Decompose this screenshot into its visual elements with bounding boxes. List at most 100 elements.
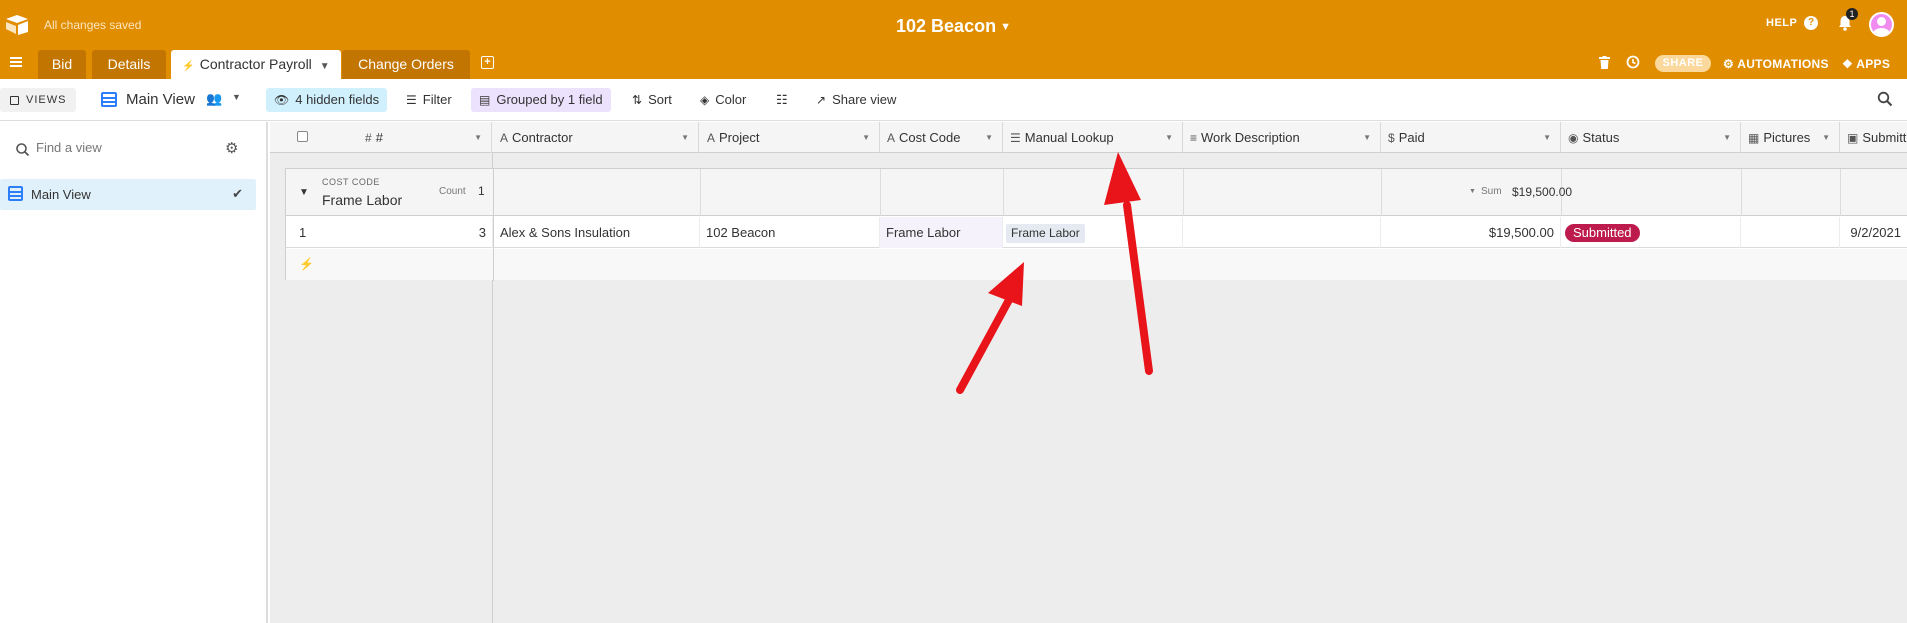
collapse-triangle-icon[interactable]: ▼ [299,187,309,198]
lookup-chip: Frame Labor [1006,224,1085,243]
base-name[interactable]: 102 Beacon ▼ [896,16,1011,36]
column-header-work-description[interactable]: ≡ Work Description ▼ [1183,122,1381,153]
sort-label: Sort [648,92,672,107]
add-record-row[interactable]: ⚡ [286,249,1907,280]
tab-details[interactable]: Details [92,50,166,79]
help-icon[interactable]: ? [1804,16,1818,30]
sort-button[interactable]: ⇅ Sort [624,88,680,112]
chevron-down-icon[interactable]: ▼ [1543,122,1551,153]
add-table-icon[interactable]: + [481,56,494,69]
automations-icon: ⚙ [1723,57,1738,71]
column-label: Status [1582,130,1620,145]
column-header-status[interactable]: ◉ Status ▼ [1561,122,1741,153]
number-icon: # [365,131,372,145]
tab-change-orders[interactable]: Change Orders [342,50,470,79]
tab-contractor-payroll[interactable]: ⚡ Contractor Payroll ▼ [171,50,341,79]
column-header-cost-code[interactable]: A Cost Code ▼ [880,122,1003,153]
column-label: Paid [1398,130,1425,145]
work-description-cell[interactable] [1183,217,1381,248]
group-button[interactable]: ▤ Grouped by 1 field [471,88,611,112]
status-badge: Submitted [1565,224,1640,242]
status-cell[interactable]: Submitted [1561,217,1741,248]
apps-button[interactable]: ❖ APPS [1842,57,1890,71]
column-header-paid[interactable]: $ Paid ▼ [1381,122,1561,153]
avatar[interactable] [1869,12,1894,37]
column-header-number[interactable]: # # ▼ [270,122,492,153]
share-icon: ↗ [816,93,827,107]
search-icon[interactable] [1877,91,1893,107]
sidebar-item-main-view[interactable]: Main View ✔ [0,179,256,210]
row-height-button[interactable]: ☷ [768,88,796,112]
filter-button[interactable]: ☰ Filter [398,88,460,112]
pictures-cell[interactable] [1741,217,1840,248]
column-header-submitted[interactable]: ▣ Submitt [1840,122,1907,153]
views-label: VIEWS [26,94,67,106]
project-cell[interactable]: 102 Beacon [700,217,880,248]
chevron-down-icon[interactable]: ▼ [1469,188,1476,195]
column-label: Pictures [1763,130,1811,145]
find-view-input[interactable]: Find a view [36,140,102,155]
column-header-project[interactable]: A Project ▼ [700,122,880,153]
attachment-icon: ▦ [1748,131,1760,145]
manual-lookup-cell[interactable]: Frame Labor [1003,217,1183,248]
column-header-manual-lookup[interactable]: ☰ Manual Lookup ▼ [1003,122,1183,153]
trash-icon[interactable] [1599,56,1610,69]
tab-bid[interactable]: Bid [38,50,86,79]
chevron-down-icon[interactable]: ▼ [985,122,993,153]
gear-icon[interactable]: ⚙ [225,139,238,157]
select-all-checkbox[interactable] [297,131,308,142]
chevron-down-icon[interactable]: ▼ [474,122,482,153]
column-header-row: # # ▼ A Contractor ▼ A Project ▼ A Cost Code ▼ … [270,122,1907,153]
chevron-down-icon[interactable]: ▼ [232,92,241,102]
column-label: # [375,130,383,145]
current-view-name[interactable]: Main View [126,91,195,108]
views-toggle-button[interactable]: VIEWS [0,88,76,112]
top-bar: All changes saved 102 Beacon ▼ HELP ? 1 B… [0,0,1907,79]
group-count-label: Count [439,186,466,197]
chevron-down-icon[interactable]: ▼ [681,122,689,153]
chevron-down-icon: ▼ [1000,21,1011,33]
view-label: Main View [31,187,91,202]
chevron-down-icon[interactable]: ▼ [1822,122,1830,153]
sum-value: $19,500.00 [1512,185,1573,199]
airtable-logo-icon[interactable] [5,14,29,36]
group-label: Grouped by 1 field [496,92,603,107]
chevron-down-icon[interactable]: ▼ [1165,122,1173,153]
chevron-down-icon[interactable]: ▼ [862,122,870,153]
column-header-contractor[interactable]: A Contractor ▼ [493,122,699,153]
share-view-button[interactable]: ↗ Share view [808,88,904,112]
date-icon: ▣ [1847,131,1859,145]
share-button[interactable]: SHARE [1655,55,1711,72]
automations-button[interactable]: ⚙ AUTOMATIONS [1723,57,1829,71]
frozen-pane-split [493,169,494,281]
chevron-down-icon[interactable]: ▼ [1363,122,1371,153]
chevron-down-icon[interactable]: ▼ [1723,122,1731,153]
color-button[interactable]: ◈ Color [692,88,754,112]
history-icon[interactable] [1626,55,1640,69]
save-status: All changes saved [44,18,142,32]
chevron-down-icon[interactable]: ▼ [320,61,330,72]
bolt-icon: ⚡ [299,257,314,271]
base-name-label: 102 Beacon [896,16,997,36]
hide-fields-button[interactable]: 👁 4 hidden fields [266,88,388,112]
sidebar-icon [10,96,19,105]
group-icon: ▤ [479,93,491,107]
bolt-icon: ⚡ [182,61,195,72]
group-field-label: COST CODE [322,177,380,187]
eye-hidden-icon: 👁 [274,93,290,107]
menu-icon[interactable] [10,57,22,67]
apps-label: APPS [1856,57,1891,71]
grid-view-icon [8,186,23,201]
apps-icon: ❖ [1842,57,1857,71]
help-button[interactable]: HELP [1766,17,1797,29]
row-number-cell[interactable]: 1 3 [286,217,493,248]
table-row[interactable]: 1 3 Alex & Sons Insulation 102 Beacon Fr… [286,217,1907,248]
group-header: ▼ COST CODE Frame Labor Count 1 ▼ Sum $1… [286,169,1907,216]
collaborative-view-icon: 👥 [206,91,223,106]
cost-code-cell[interactable]: Frame Labor [880,217,1003,248]
paid-cell[interactable]: $19,500.00 [1381,217,1561,248]
data-grid: # # ▼ A Contractor ▼ A Project ▼ A Cost Code ▼ … [270,122,1907,623]
column-header-pictures[interactable]: ▦ Pictures ▼ [1741,122,1840,153]
submitted-cell[interactable]: 9/2/2021 [1840,217,1907,248]
contractor-cell[interactable]: Alex & Sons Insulation [494,217,700,248]
